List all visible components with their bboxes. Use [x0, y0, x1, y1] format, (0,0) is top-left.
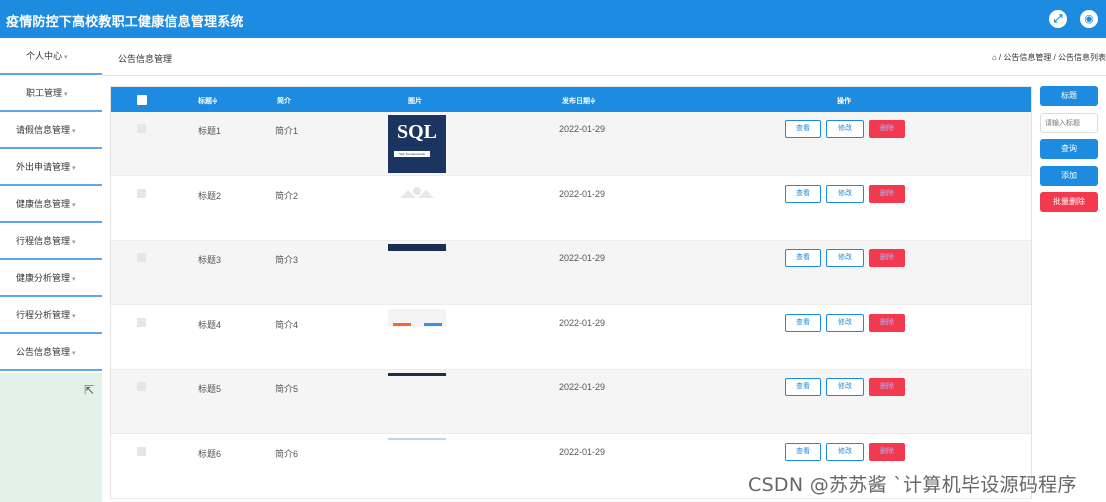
select-all-checkbox[interactable]	[137, 95, 147, 105]
chevron-down-icon: ▾	[72, 202, 76, 209]
edit-button[interactable]: 修改	[826, 314, 864, 332]
row-title: 标题5	[198, 384, 222, 394]
user-icon[interactable]: ◉	[1080, 10, 1098, 28]
edit-button[interactable]: 修改	[826, 185, 864, 203]
add-button[interactable]: 添加	[1040, 166, 1098, 186]
row-date: 2022-01-29	[559, 447, 606, 457]
table-row: 标题5 简介5 2022-01-29 查看 修改 删除	[111, 370, 1031, 434]
row-intro: 简介2	[275, 191, 299, 201]
row-title: 标题1	[198, 126, 222, 136]
view-button[interactable]: 查看	[785, 120, 821, 138]
row-date: 2022-01-29	[559, 189, 606, 199]
row-intro: 简介1	[275, 126, 299, 136]
row-checkbox[interactable]	[137, 189, 146, 198]
column-title[interactable]: 标题≑	[198, 96, 218, 106]
chevron-down-icon: ▾	[64, 91, 68, 98]
edit-button[interactable]: 修改	[826, 378, 864, 396]
chevron-down-icon: ▾	[72, 313, 76, 320]
chevron-down-icon: ▾	[72, 128, 76, 135]
row-checkbox[interactable]	[137, 318, 146, 327]
sidebar-item-health-analysis[interactable]: 健康分析管理 ▾	[0, 260, 102, 297]
query-button[interactable]: 查询	[1040, 139, 1098, 159]
edit-button[interactable]: 修改	[826, 120, 864, 138]
sidebar-item-itinerary[interactable]: 行程信息管理 ▾	[0, 223, 102, 260]
app-header: 疫情防控下高校教职工健康信息管理系统 ⤢ ◉	[0, 0, 1106, 38]
chevron-down-icon: ▾	[72, 165, 76, 172]
table-row: 标题4 简介4 2022-01-29 查看 修改 删除	[111, 306, 1031, 370]
announcement-table: 标题≑ 简介 图片 发布日期≑ 操作 标题1 简介1 SQL SQL Funda…	[110, 86, 1032, 499]
row-intro: 简介5	[275, 384, 299, 394]
row-checkbox[interactable]	[137, 124, 146, 133]
sidebar-item-health-info[interactable]: 健康信息管理 ▾	[0, 186, 102, 223]
delete-button[interactable]: 删除	[869, 185, 905, 203]
row-date: 2022-01-29	[559, 124, 606, 134]
page-title: 公告信息管理	[118, 54, 173, 64]
column-actions: 操作	[837, 98, 851, 105]
field-title-button[interactable]: 标题	[1040, 86, 1098, 106]
breadcrumb-bar: 公告信息管理 ⌂ / 公告信息管理 / 公告信息列表	[102, 38, 1106, 76]
sidebar-item-outing[interactable]: 外出申请管理 ▾	[0, 149, 102, 186]
batch-delete-button[interactable]: 批量删除	[1040, 192, 1098, 212]
row-image-color-bars	[388, 309, 446, 367]
row-image-dark-banner	[388, 244, 446, 302]
view-button[interactable]: 查看	[785, 185, 821, 203]
table-row: 标题3 简介3 2022-01-29 查看 修改 删除	[111, 241, 1031, 305]
row-title: 标题3	[198, 255, 222, 265]
chevron-down-icon: ▾	[72, 276, 76, 283]
column-intro: 简介	[277, 98, 291, 105]
delete-button[interactable]: 删除	[869, 443, 905, 461]
row-title: 标题6	[198, 449, 222, 459]
row-checkbox[interactable]	[137, 447, 146, 456]
row-title: 标题2	[198, 191, 222, 201]
row-image-faded	[388, 180, 446, 238]
row-checkbox[interactable]	[137, 382, 146, 391]
delete-button[interactable]: 删除	[869, 249, 905, 267]
view-button[interactable]: 查看	[785, 443, 821, 461]
delete-button[interactable]: 删除	[869, 120, 905, 138]
row-intro: 简介3	[275, 255, 299, 265]
chevron-down-icon: ▾	[72, 239, 76, 246]
column-image: 图片	[408, 98, 422, 105]
row-intro: 简介6	[275, 449, 299, 459]
sidebar: 个人中心 ▾ 职工管理 ▾ 请假信息管理 ▾ 外出申请管理 ▾ 健康信息管理 ▾ 行程信息…	[0, 38, 102, 502]
column-date[interactable]: 发布日期≑	[562, 96, 596, 106]
row-intro: 简介4	[275, 320, 299, 330]
sidebar-item-announcements[interactable]: 公告信息管理 ▾	[0, 334, 102, 371]
row-image-dark-strip	[388, 373, 446, 431]
row-image-light-strip	[388, 438, 446, 496]
row-date: 2022-01-29	[559, 382, 606, 392]
edit-button[interactable]: 修改	[826, 249, 864, 267]
breadcrumb: ⌂ / 公告信息管理 / 公告信息列表	[991, 53, 1106, 62]
row-date: 2022-01-29	[559, 318, 606, 328]
sidebar-item-leave[interactable]: 请假信息管理 ▾	[0, 112, 102, 149]
view-button[interactable]: 查看	[785, 314, 821, 332]
row-image-sql-cover: SQL SQL Fundamentals	[388, 115, 446, 173]
table-row: 标题2 简介2 2022-01-29 查看 修改 删除	[111, 177, 1031, 241]
search-input[interactable]	[1040, 113, 1098, 133]
row-title: 标题4	[198, 320, 222, 330]
sidebar-item-staff[interactable]: 职工管理 ▾	[0, 75, 102, 112]
mouse-cursor-icon: ⇱	[84, 383, 95, 397]
delete-button[interactable]: 删除	[869, 378, 905, 396]
delete-button[interactable]: 删除	[869, 314, 905, 332]
chevron-down-icon: ▾	[72, 350, 76, 357]
watermark: CSDN @苏苏酱 `计算机毕设源码程序	[748, 474, 1077, 496]
fullscreen-icon[interactable]: ⤢	[1049, 10, 1067, 28]
table-row: 标题1 简介1 SQL SQL Fundamentals 2022-01-29 …	[111, 112, 1031, 176]
sidebar-item-itinerary-analysis[interactable]: 行程分析管理 ▾	[0, 297, 102, 334]
row-date: 2022-01-29	[559, 253, 606, 263]
view-button[interactable]: 查看	[785, 249, 821, 267]
chevron-down-icon: ▾	[64, 54, 68, 61]
edit-button[interactable]: 修改	[826, 443, 864, 461]
sidebar-item-personal-center[interactable]: 个人中心 ▾	[0, 38, 102, 75]
app-title: 疫情防控下高校教职工健康信息管理系统	[6, 14, 244, 29]
table-header: 标题≑ 简介 图片 发布日期≑ 操作	[111, 87, 1031, 112]
view-button[interactable]: 查看	[785, 378, 821, 396]
row-checkbox[interactable]	[137, 253, 146, 262]
